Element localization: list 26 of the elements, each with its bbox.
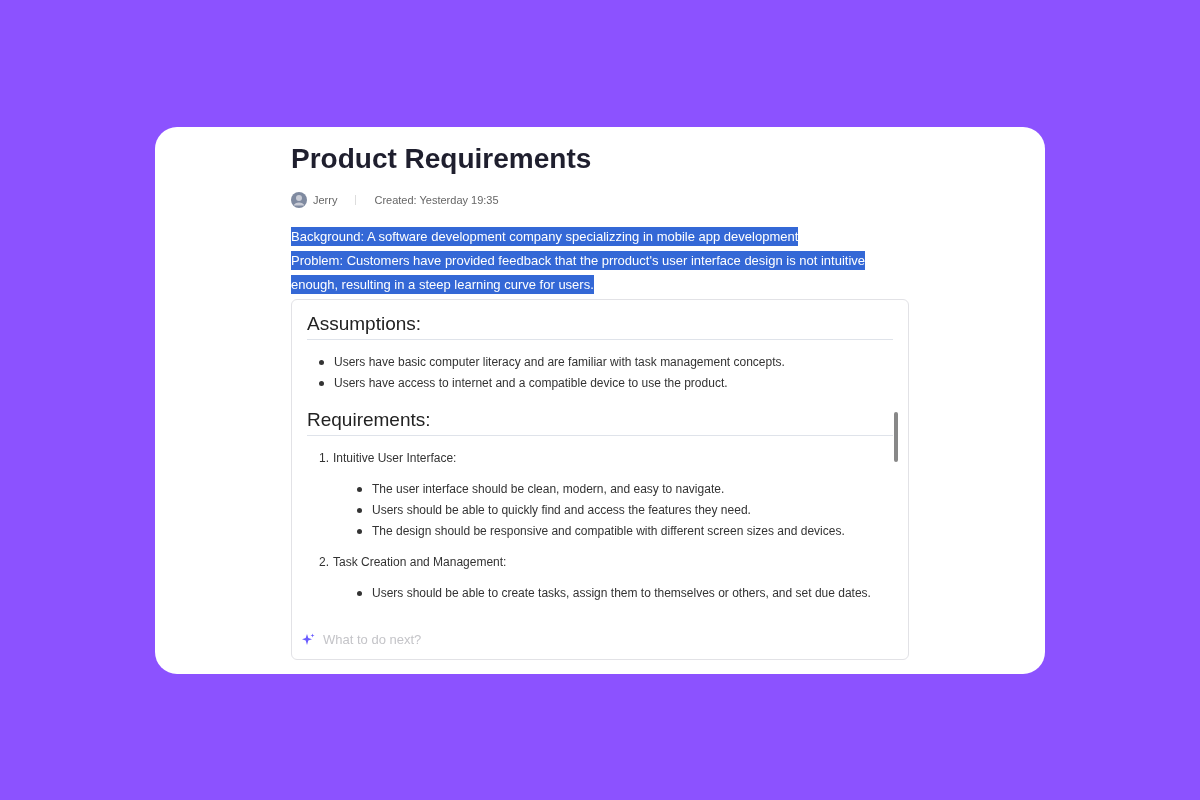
document-title: Product Requirements xyxy=(291,141,593,176)
list-item: Users should be able to create tasks, assign them to themselves or others, and set due dates. xyxy=(372,585,871,602)
list-item: Users have basic computer literacy and are familiar with task management concepts. xyxy=(334,354,785,371)
list-item: Users should be able to quickly find and access the features they need. xyxy=(372,502,751,519)
list-item: Intuitive User Interface: xyxy=(333,450,457,467)
bullet-icon xyxy=(357,508,362,513)
bullet-icon xyxy=(319,360,324,365)
bullet-icon xyxy=(357,487,362,492)
list-item: The user interface should be clean, modern, and easy to navigate. xyxy=(372,481,725,498)
list-item: Users have access to internet and a compatible device to use the product. xyxy=(334,375,728,392)
list-item: Task Creation and Management: xyxy=(333,554,507,571)
paragraph: Background: A software development company specializzing in mobile app development xyxy=(291,226,800,248)
created-time: Created: Yesterday 19:35 xyxy=(374,192,499,208)
bullet-icon xyxy=(357,591,362,596)
section-heading: Requirements: xyxy=(307,406,893,436)
prompt-input[interactable]: What to do next? xyxy=(323,630,899,650)
section-heading: Assumptions: xyxy=(307,310,893,340)
list-item: The design should be responsive and compatible with different screen sizes and devices. xyxy=(372,523,845,540)
avatar-icon xyxy=(291,191,307,208)
bullet-icon xyxy=(357,529,362,534)
list-number: 1. xyxy=(319,450,329,467)
author-name: Jerry xyxy=(313,192,338,208)
list-number: 2. xyxy=(319,554,329,571)
paragraph: Problem: Customers have provided feedback that the prroduct's user interface design is not intuitive enough, resulting in a steep learning curve for users. xyxy=(291,250,867,296)
bullet-icon xyxy=(319,381,324,386)
scrollbar-thumb[interactable] xyxy=(894,412,898,462)
